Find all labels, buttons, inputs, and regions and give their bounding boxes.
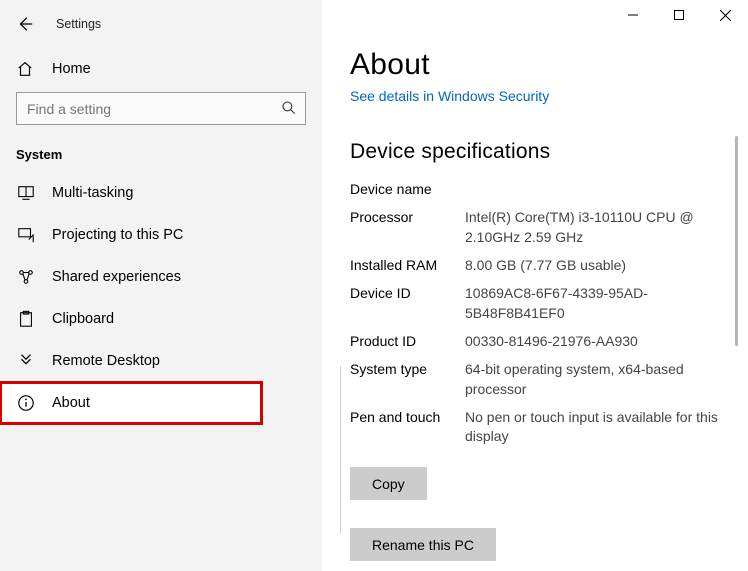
sidebar-group-header: System (0, 125, 322, 172)
sidebar-item-home[interactable]: Home (0, 42, 322, 88)
close-button[interactable] (702, 0, 748, 30)
sidebar-item-label: Remote Desktop (52, 353, 160, 369)
sidebar-item-label: Shared experiences (52, 269, 181, 285)
page-title: About (350, 48, 740, 82)
sidebar-item-label: Clipboard (52, 311, 114, 327)
section-heading: Device specifications (350, 140, 740, 164)
sidebar-item-clipboard[interactable]: Clipboard (0, 298, 322, 340)
spec-label: Processor (350, 208, 465, 247)
sidebar-item-about[interactable]: About (0, 382, 262, 424)
spec-label: Installed RAM (350, 256, 465, 275)
back-button[interactable] (14, 13, 36, 35)
spec-value: 10869AC8-6F67-4339-95AD-5B48F8B41EF0 (465, 284, 740, 323)
home-label: Home (52, 61, 91, 77)
sidebar-item-multitasking[interactable]: Multi-tasking (0, 172, 322, 214)
maximize-button[interactable] (656, 0, 702, 30)
spec-value: 00330-81496-21976-AA930 (465, 332, 656, 351)
spec-row-product-id: Product ID 00330-81496-21976-AA930 (350, 332, 740, 351)
spec-value: 8.00 GB (7.77 GB usable) (465, 256, 644, 275)
spec-label: Device ID (350, 284, 465, 323)
clipboard-icon (16, 310, 36, 328)
spec-value: No pen or touch input is available for t… (465, 408, 740, 447)
security-link[interactable]: See details in Windows Security (350, 88, 549, 104)
sidebar-item-label: Projecting to this PC (52, 227, 183, 243)
spec-value (465, 180, 483, 199)
home-icon (16, 60, 36, 78)
spec-value: Intel(R) Core(TM) i3-10110U CPU @ 2.10GH… (465, 208, 740, 247)
shared-experiences-icon (16, 268, 36, 286)
spec-label: Device name (350, 180, 465, 199)
sidebar-item-label: About (52, 395, 90, 411)
window-title: Settings (56, 17, 101, 31)
scrollbar[interactable] (735, 136, 738, 346)
spec-row-pen-touch: Pen and touch No pen or touch input is a… (350, 408, 740, 447)
sidebar-item-remote-desktop[interactable]: Remote Desktop (0, 340, 322, 382)
spec-row-processor: Processor Intel(R) Core(TM) i3-10110U CP… (350, 208, 740, 247)
minimize-button[interactable] (610, 0, 656, 30)
spec-row-system-type: System type 64-bit operating system, x64… (350, 360, 740, 399)
sidebar-item-label: Multi-tasking (52, 185, 133, 201)
divider (340, 366, 341, 534)
spec-row-device-name: Device name (350, 180, 740, 199)
spec-row-device-id: Device ID 10869AC8-6F67-4339-95AD-5B48F8… (350, 284, 740, 323)
spec-table: Device name Processor Intel(R) Core(TM) … (350, 180, 740, 446)
sidebar-item-projecting[interactable]: Projecting to this PC (0, 214, 322, 256)
rename-pc-button[interactable]: Rename this PC (350, 528, 496, 561)
spec-row-ram: Installed RAM 8.00 GB (7.77 GB usable) (350, 256, 740, 275)
spec-label: Product ID (350, 332, 465, 351)
search-icon (281, 100, 297, 116)
spec-value: 64-bit operating system, x64-based proce… (465, 360, 740, 399)
info-icon (16, 394, 36, 412)
copy-button[interactable]: Copy (350, 467, 427, 500)
remote-desktop-icon (16, 352, 36, 370)
search-input[interactable] (16, 92, 306, 125)
projecting-icon (16, 226, 36, 244)
multitasking-icon (16, 184, 36, 202)
sidebar-item-shared-experiences[interactable]: Shared experiences (0, 256, 322, 298)
spec-label: Pen and touch (350, 408, 465, 447)
spec-label: System type (350, 360, 465, 399)
